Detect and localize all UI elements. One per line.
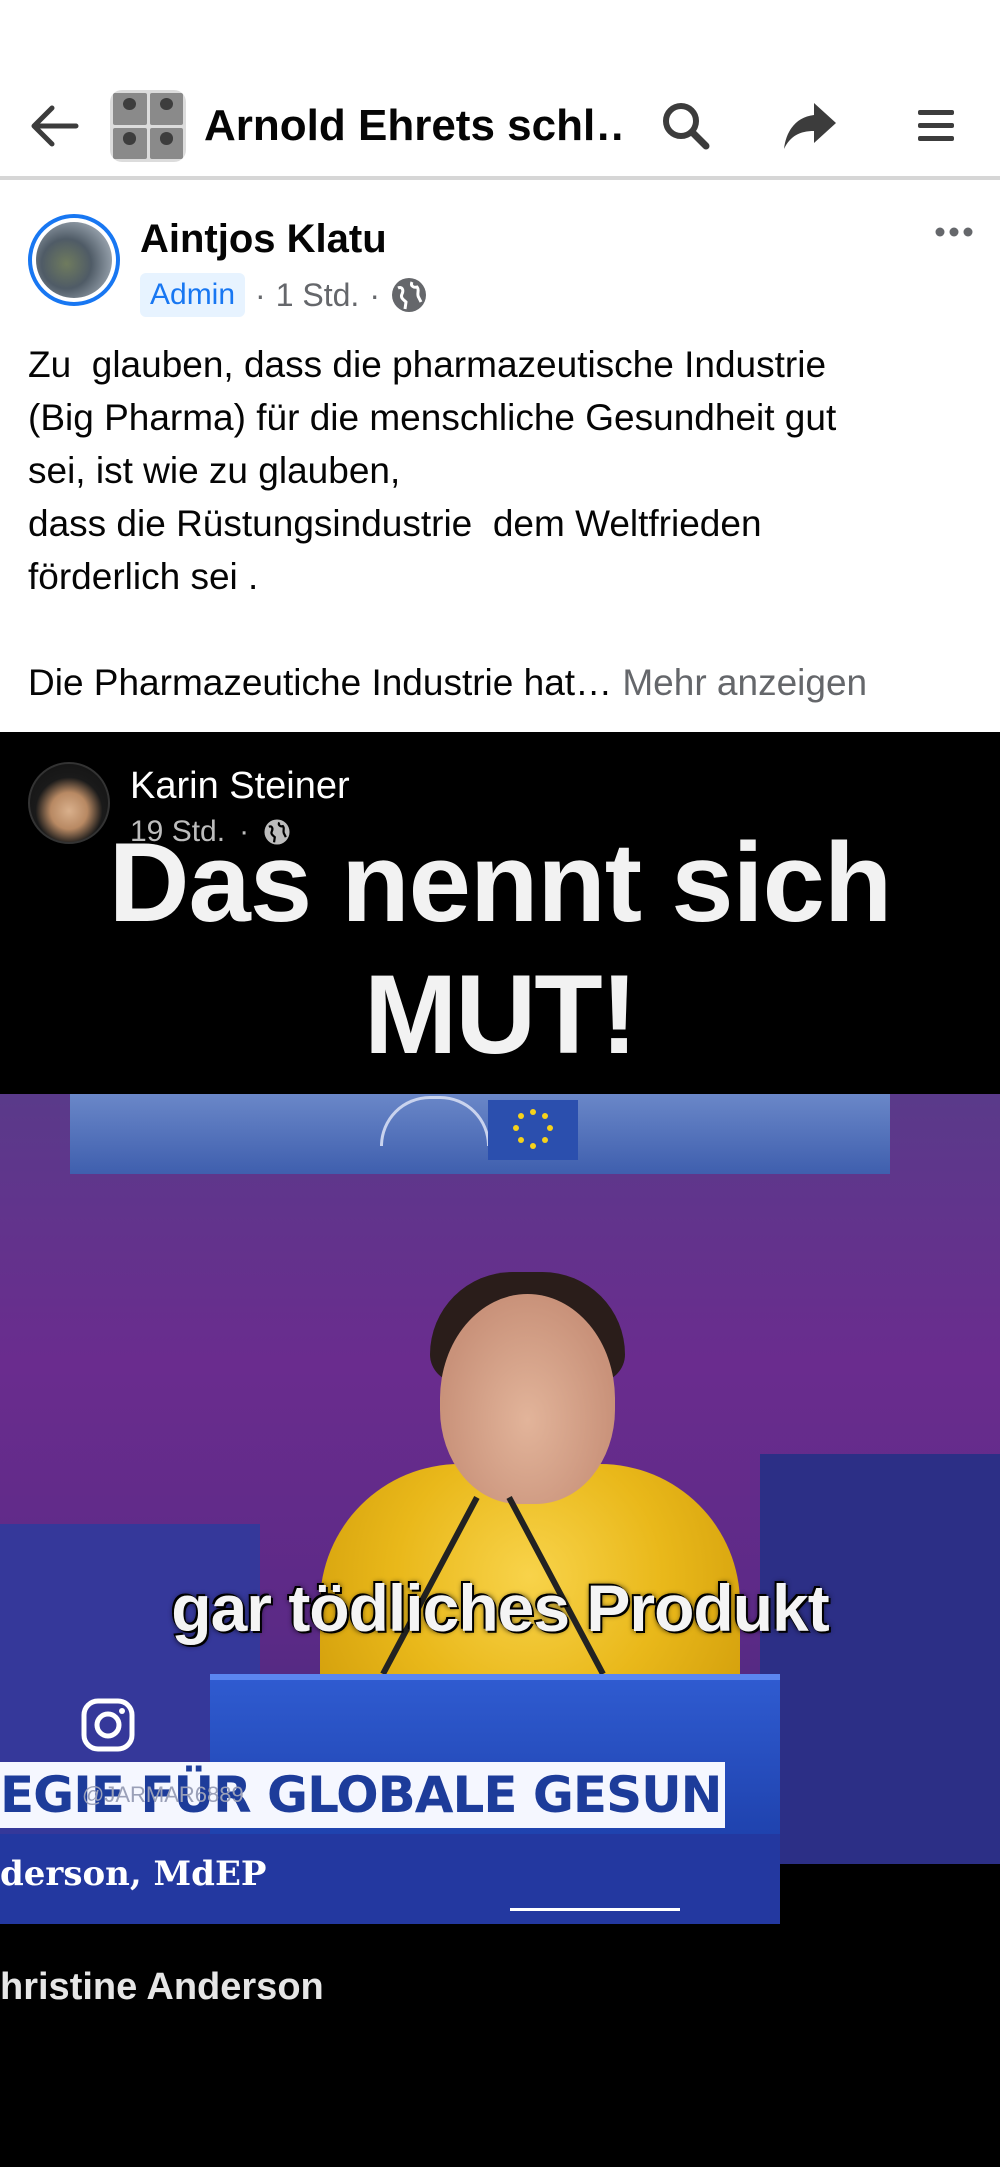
post-line: sei, ist wie zu glauben, xyxy=(28,450,401,491)
post-line: förderlich sei . xyxy=(28,556,259,597)
menu-button[interactable] xyxy=(906,96,966,156)
video-frame xyxy=(0,1094,1000,1864)
post-teaser: Die Pharmazeutiche Industrie hat… Mehr a… xyxy=(28,656,978,709)
group-title[interactable]: Arnold Ehrets schl… xyxy=(204,98,624,154)
back-button[interactable] xyxy=(26,98,82,154)
meta-separator: · xyxy=(369,276,380,313)
globe-icon xyxy=(391,278,426,312)
post-line: (Big Pharma) für die menschliche Gesundh… xyxy=(28,397,837,438)
share-icon xyxy=(784,103,836,149)
more-horizontal-icon xyxy=(935,227,973,237)
video-watermark: @JARMAR6889 xyxy=(82,1782,244,1807)
meta-separator: · xyxy=(255,276,266,313)
search-button[interactable] xyxy=(656,96,716,156)
arrow-left-icon xyxy=(31,105,79,147)
video-subtitle: gar tödliches Produkt xyxy=(171,1571,829,1645)
share-button[interactable] xyxy=(780,96,840,156)
video-speaker-title: derson, MdEP xyxy=(0,1854,267,1894)
app-bar: Arnold Ehrets schl… xyxy=(0,0,1000,180)
eu-flag-icon xyxy=(488,1100,578,1160)
post-teaser-text: Die Pharmazeutiche Industrie hat… xyxy=(28,662,623,703)
video-speaker-caption: hristine Anderson xyxy=(0,1966,324,2008)
video-headline-emphasis: MUT! xyxy=(364,952,638,1077)
post-line: Zu glauben, dass die pharmazeutische Ind… xyxy=(28,344,827,385)
author-name[interactable]: Aintjos Klatu xyxy=(140,214,387,264)
post-options-button[interactable] xyxy=(934,212,974,252)
video-headline: Das nennt sich xyxy=(108,820,893,945)
shared-video[interactable]: Karin Steiner 19 Std. · Das nennt sich M… xyxy=(0,732,1000,2167)
shared-author-name[interactable]: Karin Steiner xyxy=(130,762,350,810)
post-time[interactable]: 1 Std. xyxy=(276,277,360,314)
author-avatar[interactable] xyxy=(28,214,120,306)
post-text: Zu glauben, dass die pharmazeutische Ind… xyxy=(28,338,978,709)
post-meta: Admin · 1 Std. · xyxy=(140,272,428,318)
search-icon xyxy=(663,103,710,150)
post-line: dass die Rüstungsindustrie dem Weltfried… xyxy=(28,503,762,544)
header-divider xyxy=(0,176,1000,180)
group-avatar[interactable] xyxy=(110,90,186,162)
see-more-link[interactable]: Mehr anzeigen xyxy=(622,662,867,703)
admin-badge: Admin xyxy=(140,273,246,317)
instagram-icon xyxy=(81,1698,135,1752)
hamburger-menu-icon xyxy=(918,110,954,141)
